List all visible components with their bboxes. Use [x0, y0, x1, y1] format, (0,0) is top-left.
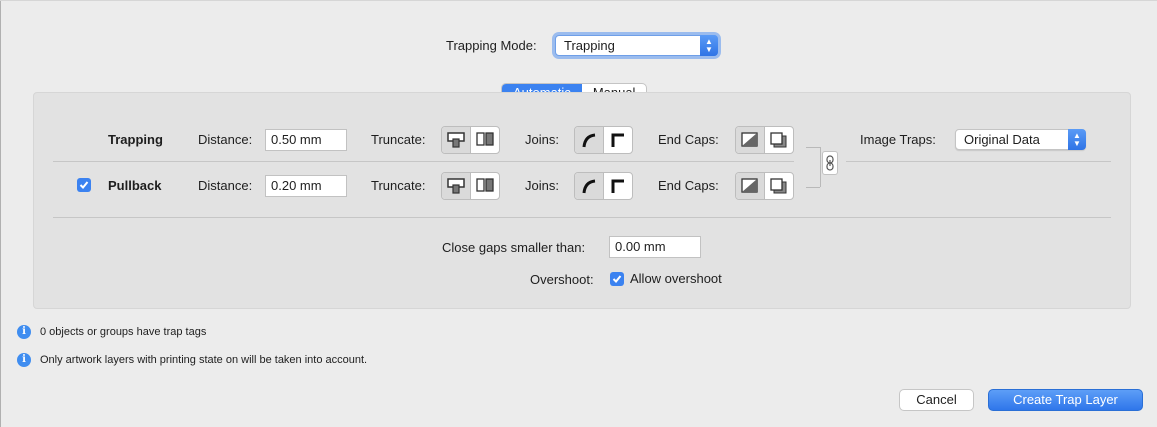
round-join-icon[interactable] [575, 173, 603, 199]
link-bracket-bottom [806, 187, 820, 188]
miter-join-icon[interactable] [603, 127, 632, 153]
trapping-joins-label: Joins: [525, 132, 559, 147]
miter-join-icon[interactable] [603, 173, 632, 199]
image-traps-select[interactable]: Original Data ▲ ▼ [955, 129, 1086, 150]
create-trap-layer-button[interactable]: Create Trap Layer [988, 389, 1143, 411]
image-traps-value: Original Data [964, 132, 1040, 147]
trapping-joins-control [574, 126, 633, 154]
link-bracket-top [806, 147, 820, 148]
trapping-truncate-control [441, 126, 500, 154]
trapping-distance-field[interactable]: 0.50 mm [265, 129, 347, 151]
overshoot-label: Overshoot: [530, 272, 594, 287]
trapping-distance-label: Distance: [198, 132, 253, 147]
trapping-endcaps-label: End Caps: [658, 132, 719, 147]
chevron-updown-icon: ▲ ▼ [700, 35, 718, 56]
pullback-checkbox[interactable] [77, 178, 91, 192]
chevron-updown-icon: ▲ ▼ [1068, 129, 1086, 150]
trapping-truncate-label: Truncate: [371, 132, 426, 147]
pullback-distance-field[interactable]: 0.20 mm [265, 175, 347, 197]
endcap-shadow-icon[interactable] [764, 173, 793, 199]
pullback-joins-label: Joins: [525, 178, 559, 193]
window-edge [0, 0, 1, 427]
truncate-centerline-icon[interactable] [442, 127, 470, 153]
endcap-overlap-icon[interactable] [736, 173, 764, 199]
trapping-mode-select[interactable]: Trapping ▲ ▼ [555, 35, 718, 56]
trapping-mode-value: Trapping [564, 38, 615, 53]
pullback-truncate-label: Truncate: [371, 178, 426, 193]
close-gaps-label: Close gaps smaller than: [442, 240, 586, 255]
link-bracket-line [820, 147, 821, 187]
overshoot-checkbox-label[interactable]: Allow overshoot [630, 271, 722, 287]
image-traps-label: Image Traps: [860, 132, 936, 147]
truncate-full-icon[interactable] [470, 173, 499, 199]
endcap-shadow-icon[interactable] [764, 127, 793, 153]
info-icon: i [17, 325, 31, 339]
pullback-distance-label: Distance: [198, 178, 253, 193]
info-printing-layers: Only artwork layers with printing state … [40, 354, 368, 366]
trapping-mode-label: Trapping Mode: [446, 38, 537, 53]
checkmark-icon [79, 181, 89, 189]
overshoot-checkbox[interactable] [610, 272, 624, 286]
row-divider [53, 161, 794, 162]
trapping-endcaps-control [735, 126, 794, 154]
trapping-row-title: Trapping [108, 132, 163, 147]
pullback-row-title: Pullback [108, 178, 162, 193]
info-trap-tags: 0 objects or groups have trap tags [40, 326, 207, 338]
cancel-button[interactable]: Cancel [899, 389, 974, 411]
pullback-endcaps-control [735, 172, 794, 200]
info-icon: i [17, 353, 31, 367]
pullback-endcaps-label: End Caps: [658, 178, 719, 193]
truncate-full-icon[interactable] [470, 127, 499, 153]
truncate-centerline-icon[interactable] [442, 173, 470, 199]
pullback-truncate-control [441, 172, 500, 200]
section-divider [53, 217, 1111, 218]
window-top-edge [0, 0, 1157, 1]
endcap-overlap-icon[interactable] [736, 127, 764, 153]
link-chain-icon[interactable] [822, 151, 838, 175]
image-traps-divider [846, 161, 1111, 162]
pullback-joins-control [574, 172, 633, 200]
round-join-icon[interactable] [575, 127, 603, 153]
close-gaps-field[interactable]: 0.00 mm [609, 236, 701, 258]
checkmark-icon [612, 275, 622, 283]
